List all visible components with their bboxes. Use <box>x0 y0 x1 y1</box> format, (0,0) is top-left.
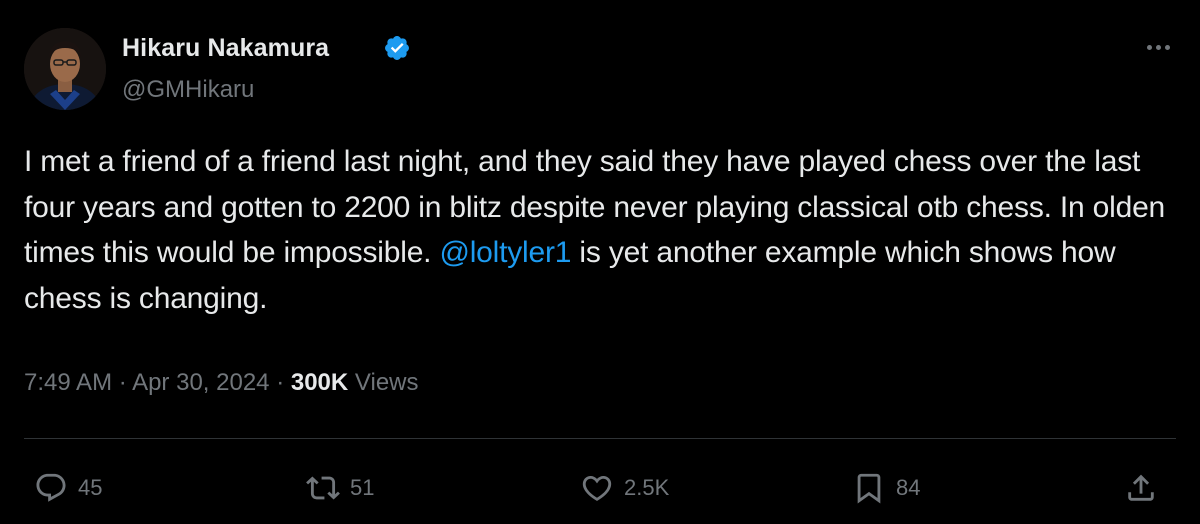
share-button[interactable] <box>1124 470 1158 506</box>
repost-icon <box>306 476 340 500</box>
divider <box>24 438 1176 439</box>
meta-separator: · <box>276 369 285 396</box>
mention-link[interactable]: @loltyler1 <box>439 236 571 269</box>
author-name[interactable]: Hikaru Nakamura <box>122 34 329 63</box>
author-handle[interactable]: @GMHikaru <box>122 76 254 104</box>
views-label: Views <box>354 369 419 396</box>
tweet-date[interactable]: Apr 30, 2024 <box>132 369 269 396</box>
reply-icon <box>36 473 66 502</box>
bookmark-button[interactable]: 84 <box>852 470 920 506</box>
bookmark-icon <box>857 473 881 504</box>
tweet-meta: 7:49 AM · Apr 30, 2024 · 300K Views <box>24 369 419 397</box>
share-icon <box>1128 474 1154 501</box>
verified-icon <box>385 36 409 60</box>
avatar[interactable] <box>24 28 106 110</box>
bookmark-count: 84 <box>896 475 921 500</box>
reply-button[interactable]: 45 <box>34 470 102 506</box>
more-icon[interactable] <box>1140 36 1176 58</box>
tweet-time[interactable]: 7:49 AM <box>24 369 112 396</box>
like-count: 2.5K <box>624 475 670 500</box>
like-button[interactable]: 2.5K <box>580 470 669 506</box>
views-count: 300K <box>290 369 349 396</box>
repost-count: 51 <box>350 475 375 500</box>
repost-button[interactable]: 51 <box>306 470 374 506</box>
reply-count: 45 <box>78 475 103 500</box>
tweet-card[interactable]: Hikaru Nakamura @GMHikaru I met a friend… <box>0 0 1200 524</box>
meta-separator: · <box>118 369 127 396</box>
tweet-text: I met a friend of a friend last night, a… <box>24 139 1184 321</box>
like-icon <box>582 475 612 501</box>
